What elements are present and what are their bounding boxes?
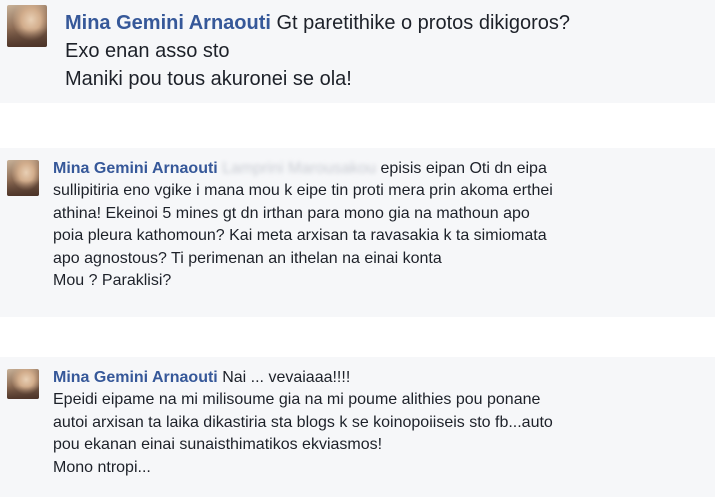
avatar[interactable] [7,369,39,399]
comment-2: Mina Gemini Arnaouti Lamprini Marousakou… [0,148,715,317]
comment-text-line: Exo enan asso sto [65,40,230,62]
comment-text-line: Epeidi eipame na mi milisoume gia na mi … [53,391,541,409]
comment-body: Mina Gemini Arnaouti Nai ... vevaiaaa!!!… [53,367,553,479]
comment-text-line: apo agnostous? Ti perimenan an ithelan n… [53,249,442,267]
comment-text-line: athina! Ekeinoi 5 mines gt dn irthan par… [53,204,530,222]
comment-text-line: poia pleura kathomoun? Kai meta arxisan … [53,227,547,245]
comment-author-link[interactable]: Mina Gemini Arnaouti [53,369,218,386]
comment-1: Mina Gemini Arnaouti Gt paretithike o pr… [0,0,715,103]
comment-body: Mina Gemini Arnaouti Lamprini Marousakou… [53,158,553,292]
comment-text-line: Maniki pou tous akuronei se ola! [65,68,352,90]
comment-text-line: Mono ntropi... [53,458,151,476]
comment-text-line: Gt paretithike o protos dikigoros? [276,12,571,34]
comment-text-line: Nai ... vevaiaaa!!!! [222,369,351,386]
comment-text-line: Mou ? Paraklisi? [53,272,172,290]
comment-text-line: episis eipan Oti dn eipa [380,160,547,177]
comment-body: Mina Gemini Arnaouti Gt paretithike o pr… [65,9,570,93]
comment-3: Mina Gemini Arnaouti Nai ... vevaiaaa!!!… [0,357,715,497]
comment-author-link[interactable]: Mina Gemini Arnaouti [53,160,218,177]
comment-author-link[interactable]: Mina Gemini Arnaouti [65,12,271,34]
comment-text-line: pou ekanan einai sunaisthimatikos ekvias… [53,436,383,454]
blurred-mention: Lamprini Marousakou [222,160,377,177]
comment-text-line: sullipitiria eno vgike i mana mou k eipe… [53,182,553,200]
avatar[interactable] [7,160,39,196]
avatar[interactable] [7,5,47,47]
comment-text-line: autoi arxisan ta laika dikastiria sta bl… [53,413,553,431]
